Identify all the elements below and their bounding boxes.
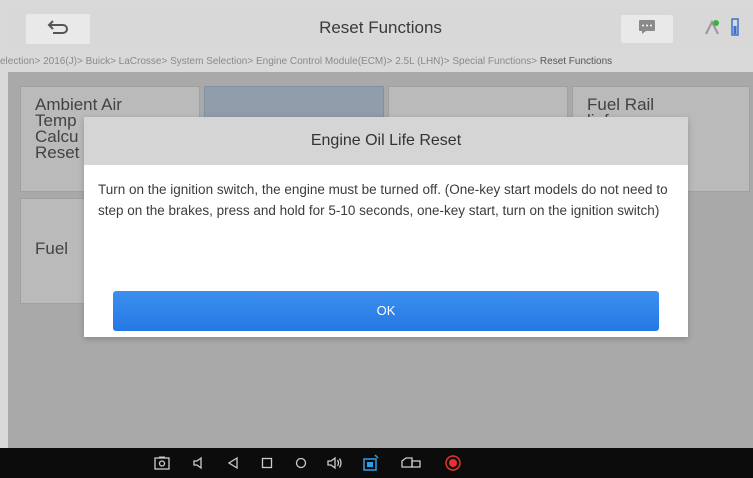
breadcrumb-path: election> 2016(J)> Buick> LaCrosse> Syst… <box>0 56 540 67</box>
vci-status-icon <box>703 18 721 42</box>
system-nav-bar <box>0 448 753 478</box>
recents-circle-icon[interactable] <box>292 454 310 472</box>
battery-icon <box>729 17 741 43</box>
top-bar: Reset Functions <box>8 8 753 48</box>
breadcrumb: election> 2016(J)> Buick> LaCrosse> Syst… <box>0 52 753 72</box>
ok-button[interactable]: OK <box>113 291 659 331</box>
status-area <box>703 18 753 42</box>
screenshot-icon[interactable] <box>153 454 171 472</box>
chat-icon <box>638 19 656 39</box>
vci-connect-icon[interactable] <box>362 454 380 472</box>
volume-down-icon[interactable] <box>190 454 208 472</box>
engine-oil-life-reset-dialog: Engine Oil Life Reset Turn on the igniti… <box>84 117 688 337</box>
dialog-title: Engine Oil Life Reset <box>84 117 688 165</box>
vehicle-icon[interactable] <box>400 454 422 472</box>
message-button[interactable] <box>621 15 673 43</box>
volume-up-icon[interactable] <box>326 454 344 472</box>
dialog-message: Turn on the ignition switch, the engine … <box>98 182 668 218</box>
breadcrumb-current: Reset Functions <box>539 56 613 67</box>
record-icon[interactable] <box>444 454 462 472</box>
back-nav-icon[interactable] <box>224 454 242 472</box>
home-nav-icon[interactable] <box>258 454 276 472</box>
